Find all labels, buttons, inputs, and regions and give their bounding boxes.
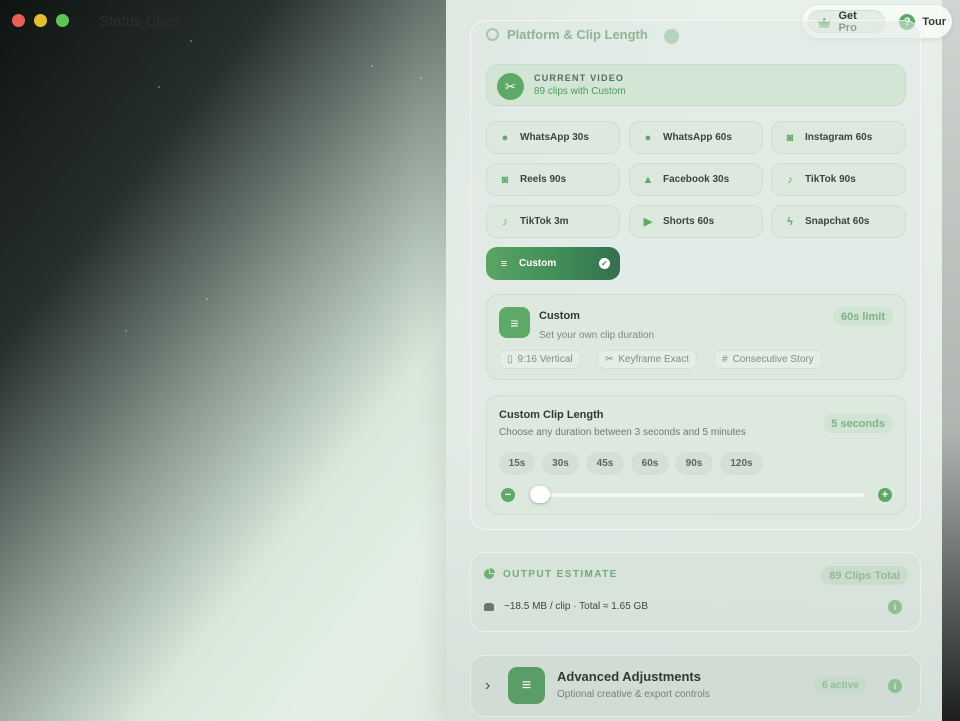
tag-label: Keyframe Exact <box>618 354 689 365</box>
custom-subtitle: Set your own clip duration <box>539 330 655 341</box>
hash-icon: # <box>722 354 728 365</box>
platform-chip-instagram-60s[interactable]: ◙ Instagram 60s <box>771 121 906 154</box>
info-icon[interactable] <box>664 29 679 44</box>
background-star <box>158 86 160 88</box>
custom-title: Custom <box>539 310 580 322</box>
clip-length-value: 5 seconds <box>823 414 893 433</box>
music-note-icon: ♪ <box>787 173 793 186</box>
preset-15s[interactable]: 15s <box>499 452 535 475</box>
chip-label: Instagram 60s <box>805 132 873 143</box>
platform-chip-snapchat-60s[interactable]: ϟ Snapchat 60s <box>771 205 906 238</box>
clip-length-card: Custom Clip Length Choose any duration b… <box>486 395 906 515</box>
tag-label: 9:16 Vertical <box>517 354 573 365</box>
current-video-label: CURRENT VIDEO <box>534 73 625 83</box>
decrease-button[interactable]: − <box>501 488 515 502</box>
platform-chip-tiktok-90s[interactable]: ♪ TikTok 90s <box>771 163 906 196</box>
background-star <box>190 40 192 42</box>
clip-length-subtitle: Choose any duration between 3 seconds an… <box>499 427 746 438</box>
preset-120s[interactable]: 120s <box>720 452 763 475</box>
preset-90s[interactable]: 90s <box>675 452 713 475</box>
window-edge <box>942 0 960 721</box>
increase-button[interactable]: + <box>878 488 892 502</box>
drive-icon <box>484 602 494 611</box>
chip-label: TikTok 90s <box>805 174 856 185</box>
tag-story: # Consecutive Story <box>714 350 822 369</box>
info-icon[interactable]: i <box>888 679 902 693</box>
preset-30s[interactable]: 30s <box>542 452 579 475</box>
active-count-badge: 6 active <box>814 676 867 695</box>
chevron-right-icon[interactable]: › <box>485 677 490 695</box>
check-icon: ✓ <box>599 258 610 269</box>
output-title: OUTPUT ESTIMATE <box>503 568 618 580</box>
scissors-icon: ✂ <box>497 73 524 100</box>
tour-label: Tour <box>922 15 946 28</box>
current-video-banner: ✂ CURRENT VIDEO 89 clips with Custom <box>486 64 906 106</box>
duration-slider-track[interactable] <box>529 492 865 498</box>
section-header: Platform & Clip Length <box>486 27 648 42</box>
platform-chip-custom[interactable]: ≡ Custom ✓ <box>486 247 620 280</box>
camera-icon: ◙ <box>501 173 509 186</box>
zoom-window-button[interactable] <box>56 14 69 27</box>
limit-badge: 60s limit <box>832 307 893 326</box>
play-icon: ▶ <box>643 216 653 228</box>
chip-label: Reels 90s <box>520 174 567 185</box>
preset-45s[interactable]: 45s <box>586 452 624 475</box>
chip-label: Shorts 60s <box>663 216 715 227</box>
thumbs-up-icon: ▲ <box>642 173 654 186</box>
background-star <box>206 298 208 300</box>
background-star <box>371 65 373 67</box>
section-title: Platform & Clip Length <box>507 27 648 42</box>
tag-aspect: ▯ 9:16 Vertical <box>499 350 581 369</box>
sliders-icon: ≡ <box>499 307 530 338</box>
tag-keyframe: ✂ Keyframe Exact <box>597 350 697 369</box>
close-window-button[interactable] <box>12 14 25 27</box>
background-star <box>125 330 127 332</box>
current-video-value: 89 clips with Custom <box>534 86 626 97</box>
clock-icon <box>486 28 499 41</box>
chip-label: WhatsApp 60s <box>663 132 732 143</box>
chip-label: Facebook 30s <box>663 174 730 185</box>
platform-chip-facebook-30s[interactable]: ▲ Facebook 30s <box>629 163 763 196</box>
window-title: Status Clips <box>99 13 180 30</box>
info-icon[interactable]: i <box>888 600 902 614</box>
advanced-title: Advanced Adjustments <box>557 669 701 684</box>
platform-chip-tiktok-3m[interactable]: ♪ TikTok 3m <box>486 205 620 238</box>
chat-icon: ● <box>501 131 509 144</box>
size-estimate: ~18.5 MB / clip · Total ≈ 1.65 GB <box>483 601 648 612</box>
size-estimate-text: ~18.5 MB / clip · Total ≈ 1.65 GB <box>504 601 648 612</box>
phone-icon: ▯ <box>507 354 513 365</box>
tag-label: Consecutive Story <box>732 354 814 365</box>
platform-chip-whatsapp-30s[interactable]: ● WhatsApp 30s <box>486 121 620 154</box>
app-window: Status Clips Get Pro ? Tour Platform & C… <box>0 0 960 721</box>
chip-label: Custom <box>519 258 557 269</box>
advanced-adjustments-card[interactable]: › ≡ Advanced Adjustments Optional creati… <box>470 655 921 717</box>
custom-preset-card: ≡ Custom Set your own clip duration 60s … <box>486 294 906 380</box>
window-controls <box>12 14 69 27</box>
output-estimate-card: OUTPUT ESTIMATE 89 Clips Total ~18.5 MB … <box>470 552 921 632</box>
platform-chip-whatsapp-60s[interactable]: ● WhatsApp 60s <box>629 121 763 154</box>
chip-label: WhatsApp 30s <box>520 132 589 143</box>
background-star <box>420 77 422 79</box>
pie-chart-icon <box>484 568 495 579</box>
duration-slider-handle[interactable] <box>530 486 551 503</box>
chat-icon: ● <box>644 131 652 144</box>
clip-length-title: Custom Clip Length <box>499 409 604 421</box>
bolt-icon: ϟ <box>787 215 793 228</box>
output-header: OUTPUT ESTIMATE <box>483 568 618 580</box>
chip-label: TikTok 3m <box>520 216 569 227</box>
platform-chip-reels-90s[interactable]: ◙ Reels 90s <box>486 163 620 196</box>
chip-label: Snapchat 60s <box>805 216 870 227</box>
platform-chip-shorts-60s[interactable]: ▶ Shorts 60s <box>629 205 763 238</box>
minimize-window-button[interactable] <box>34 14 47 27</box>
camera-icon: ◙ <box>786 131 794 144</box>
sliders-icon: ≡ <box>500 257 508 270</box>
clips-total-badge: 89 Clips Total <box>821 566 908 585</box>
advanced-subtitle: Optional creative & export controls <box>557 689 710 700</box>
music-note-icon: ♪ <box>502 215 508 228</box>
sliders-icon: ≡ <box>508 667 545 704</box>
preset-60s[interactable]: 60s <box>631 452 669 475</box>
scissors-icon: ✂ <box>605 354 614 365</box>
